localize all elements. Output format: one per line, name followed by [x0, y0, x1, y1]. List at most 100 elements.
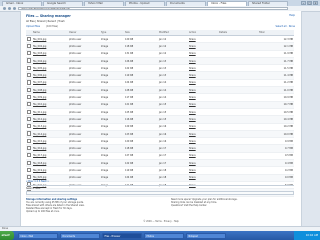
- row-checkbox[interactable]: [27, 124, 32, 129]
- start-button[interactable]: start: [0, 231, 14, 240]
- table-row[interactable]: file_012.jpg photo.user Image 116 KB Jan 15 S…: [26, 115, 294, 124]
- row-checkbox[interactable]: [27, 87, 32, 92]
- cell-name[interactable]: file_006.jpg: [32, 71, 68, 80]
- cell-action[interactable]: Share: [188, 57, 218, 66]
- cell-action[interactable]: Share: [188, 86, 218, 95]
- cell-name[interactable]: file_001.jpg: [32, 35, 68, 44]
- browser-tab[interactable]: Photos - Upload: [125, 0, 165, 6]
- row-checkbox[interactable]: [27, 175, 32, 180]
- cell-name[interactable]: file_014.jpg: [32, 130, 68, 139]
- cell-action[interactable]: Share: [188, 108, 218, 117]
- table-row[interactable]: file_020.jpg photo.user Image 124 KB Jan 18 S…: [26, 174, 294, 182]
- cell-action[interactable]: Share: [188, 71, 218, 80]
- close-icon[interactable]: ×: [313, 0, 318, 5]
- cell-action[interactable]: Share: [188, 93, 218, 102]
- upload-link[interactable]: Upload files (100 files): [26, 25, 58, 28]
- row-checkbox[interactable]: [27, 131, 32, 136]
- table-row[interactable]: file_016.jpg photo.user Image 118 KB Jan 17 S…: [26, 144, 294, 153]
- table-row[interactable]: file_006.jpg photo.user Image 119 KB Jan 13 S…: [26, 71, 294, 80]
- cell-action[interactable]: Share: [188, 159, 218, 168]
- cell-name[interactable]: file_008.jpg: [32, 86, 68, 95]
- row-checkbox[interactable]: [27, 65, 32, 70]
- taskbar-item-active[interactable]: Files - Browser: [102, 232, 142, 239]
- table-row[interactable]: file_019.jpg photo.user Image 119 KB Jan 18 S…: [26, 166, 294, 175]
- url-field[interactable]: http://mail.example.com/files/list?view=…: [18, 7, 288, 10]
- table-row[interactable]: file_017.jpg photo.user Image 127 KB Jan 17 S…: [26, 152, 294, 161]
- taskbar-item[interactable]: Inbox - Mail: [18, 232, 58, 239]
- cell-name[interactable]: file_010.jpg: [32, 101, 68, 109]
- cell-action[interactable]: Share: [188, 79, 218, 88]
- table-row[interactable]: file_010.jpg photo.user Image 121 KB Jan 15 S…: [26, 101, 294, 109]
- minimize-icon[interactable]: –: [301, 0, 306, 5]
- browser-tab-active[interactable]: Inbox - Files: [207, 0, 247, 6]
- cell-name[interactable]: file_019.jpg: [32, 166, 68, 175]
- table-row[interactable]: file_008.jpg photo.user Image 128 KB Jan 14 S…: [26, 86, 294, 95]
- row-checkbox[interactable]: [27, 80, 32, 85]
- help-link[interactable]: Help: [289, 14, 295, 17]
- table-row[interactable]: file_015.jpg photo.user Image 120 KB Jan 16 S…: [26, 137, 294, 146]
- cell-name[interactable]: file_009.jpg: [32, 93, 68, 102]
- selection-links[interactable]: Select all · None: [276, 25, 295, 28]
- row-checkbox[interactable]: [27, 146, 32, 151]
- cell-action[interactable]: Share: [188, 35, 218, 44]
- cell-action[interactable]: Share: [188, 144, 218, 153]
- cell-action[interactable]: Share: [188, 42, 218, 51]
- taskbar-item[interactable]: Photos: [144, 232, 184, 239]
- table-row[interactable]: file_018.jpg photo.user Image 122 KB Jan 17 S…: [26, 159, 294, 168]
- row-checkbox[interactable]: [27, 73, 32, 78]
- browser-tab[interactable]: Gmail - Inbox: [2, 0, 42, 6]
- row-checkbox[interactable]: [27, 167, 32, 173]
- table-row[interactable]: file_011.jpg photo.user Image 125 KB Jan 15 S…: [26, 108, 294, 117]
- table-row[interactable]: file_009.jpg photo.user Image 117 KB Jan 14 S…: [26, 93, 294, 102]
- cell-name[interactable]: file_007.jpg: [32, 79, 68, 88]
- browser-tab[interactable]: Documents: [166, 0, 206, 6]
- row-checkbox[interactable]: [27, 51, 32, 56]
- cell-name[interactable]: file_003.jpg: [32, 50, 68, 58]
- cell-action[interactable]: Share: [188, 166, 218, 175]
- reload-icon[interactable]: [13, 7, 16, 10]
- sub-navigation[interactable]: All files | Shared | Recent | Trash: [26, 20, 65, 23]
- cell-action[interactable]: Share: [188, 115, 218, 124]
- browser-tab[interactable]: Shared Folder: [248, 0, 288, 6]
- cell-action[interactable]: Share: [188, 130, 218, 139]
- cell-action[interactable]: Share: [188, 152, 218, 161]
- cell-name[interactable]: file_013.jpg: [32, 123, 68, 131]
- cell-action[interactable]: Share: [188, 137, 218, 146]
- table-row[interactable]: file_003.jpg photo.user Image 131 KB Jan 12 S…: [26, 50, 294, 58]
- cell-action[interactable]: Share: [188, 101, 218, 109]
- table-row[interactable]: file_005.jpg photo.user Image 122 KB Jan 13 S…: [26, 64, 294, 73]
- table-row[interactable]: file_002.jpg photo.user Image 118 KB Jan 12 S…: [26, 42, 294, 51]
- cell-name[interactable]: file_004.jpg: [32, 57, 68, 66]
- forward-icon[interactable]: [8, 7, 11, 10]
- pagination[interactable]: « Prev 1 2 3 Next »: [26, 180, 49, 183]
- row-checkbox[interactable]: [27, 58, 32, 63]
- upload-link-label[interactable]: Upload files: [26, 25, 40, 28]
- browser-tab[interactable]: Yahoo! Mail: [84, 0, 124, 6]
- row-checkbox[interactable]: [27, 109, 32, 114]
- cell-name[interactable]: file_018.jpg: [32, 159, 68, 168]
- back-icon[interactable]: [3, 7, 6, 10]
- table-row[interactable]: file_013.jpg photo.user Image 129 KB Jan 16 S…: [26, 123, 294, 131]
- cell-name[interactable]: file_002.jpg: [32, 42, 68, 51]
- cell-action[interactable]: Share: [188, 50, 218, 58]
- cell-action[interactable]: Share: [188, 174, 218, 182]
- table-row[interactable]: file_014.jpg photo.user Image 123 KB Jan 16 S…: [26, 130, 294, 139]
- row-checkbox[interactable]: [27, 36, 32, 41]
- cell-action[interactable]: Share: [188, 64, 218, 73]
- taskbar-item[interactable]: Documents: [60, 232, 100, 239]
- table-row[interactable]: file_007.jpg photo.user Image 124 KB Jan 14 S…: [26, 79, 294, 88]
- row-checkbox[interactable]: [27, 116, 32, 121]
- cell-name[interactable]: file_016.jpg: [32, 144, 68, 153]
- row-checkbox[interactable]: [27, 160, 32, 165]
- cell-name[interactable]: file_015.jpg: [32, 137, 68, 146]
- row-checkbox[interactable]: [27, 94, 32, 100]
- row-checkbox[interactable]: [27, 153, 32, 158]
- search-input[interactable]: [26, 191, 294, 195]
- cell-name[interactable]: file_017.jpg: [32, 152, 68, 161]
- row-checkbox[interactable]: [27, 138, 32, 143]
- maximize-icon[interactable]: □: [307, 0, 312, 5]
- taskbar-item[interactable]: Notepad: [186, 232, 226, 239]
- row-checkbox[interactable]: [27, 43, 32, 49]
- cell-name[interactable]: file_005.jpg: [32, 64, 68, 73]
- row-checkbox[interactable]: [27, 102, 32, 107]
